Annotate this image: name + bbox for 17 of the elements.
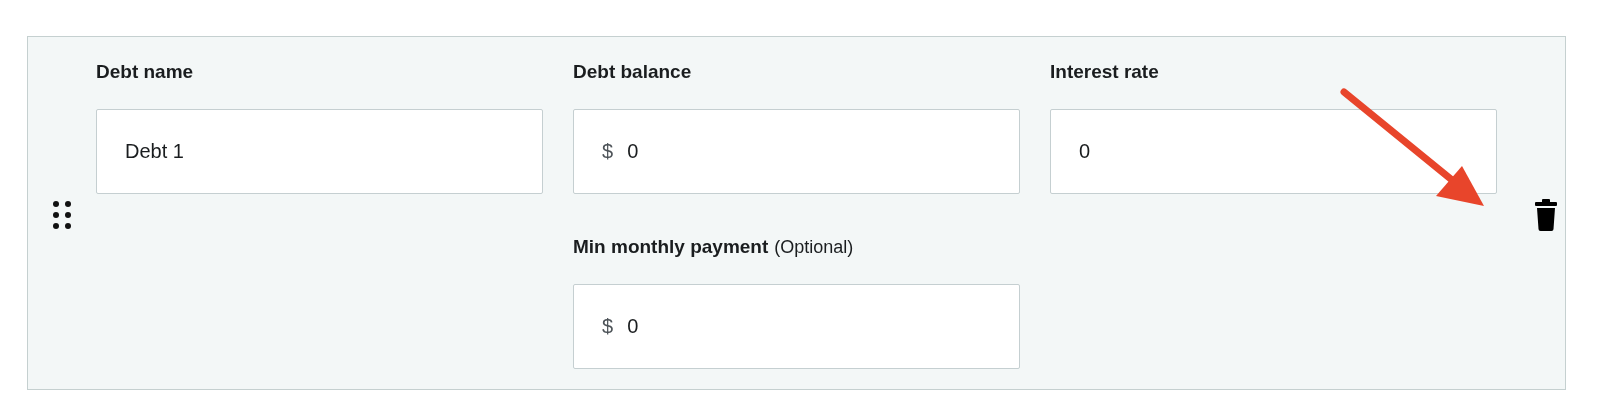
field-label: Interest rate [1050, 61, 1159, 83]
currency-symbol: $ [602, 140, 614, 163]
field-value[interactable]: 0 [1079, 140, 1468, 163]
text-field[interactable]: Debt 1 [96, 109, 543, 194]
text-field[interactable]: 0 [1050, 109, 1497, 194]
field-value[interactable]: Debt 1 [125, 140, 514, 163]
field-value[interactable]: 0 [627, 140, 991, 163]
delete-icon[interactable] [1535, 199, 1557, 231]
field-label: Min monthly payment [573, 236, 769, 258]
currency-symbol: $ [602, 315, 614, 338]
field-value[interactable]: 0 [627, 315, 991, 338]
text-field[interactable]: $ 0 [573, 284, 1020, 369]
field-label: Debt name [96, 61, 194, 83]
field-label: Debt balance [573, 61, 692, 83]
text-field[interactable]: $ 0 [573, 109, 1020, 194]
optional-note: (Optional) [774, 237, 854, 258]
drag-handle-icon[interactable] [52, 200, 72, 230]
